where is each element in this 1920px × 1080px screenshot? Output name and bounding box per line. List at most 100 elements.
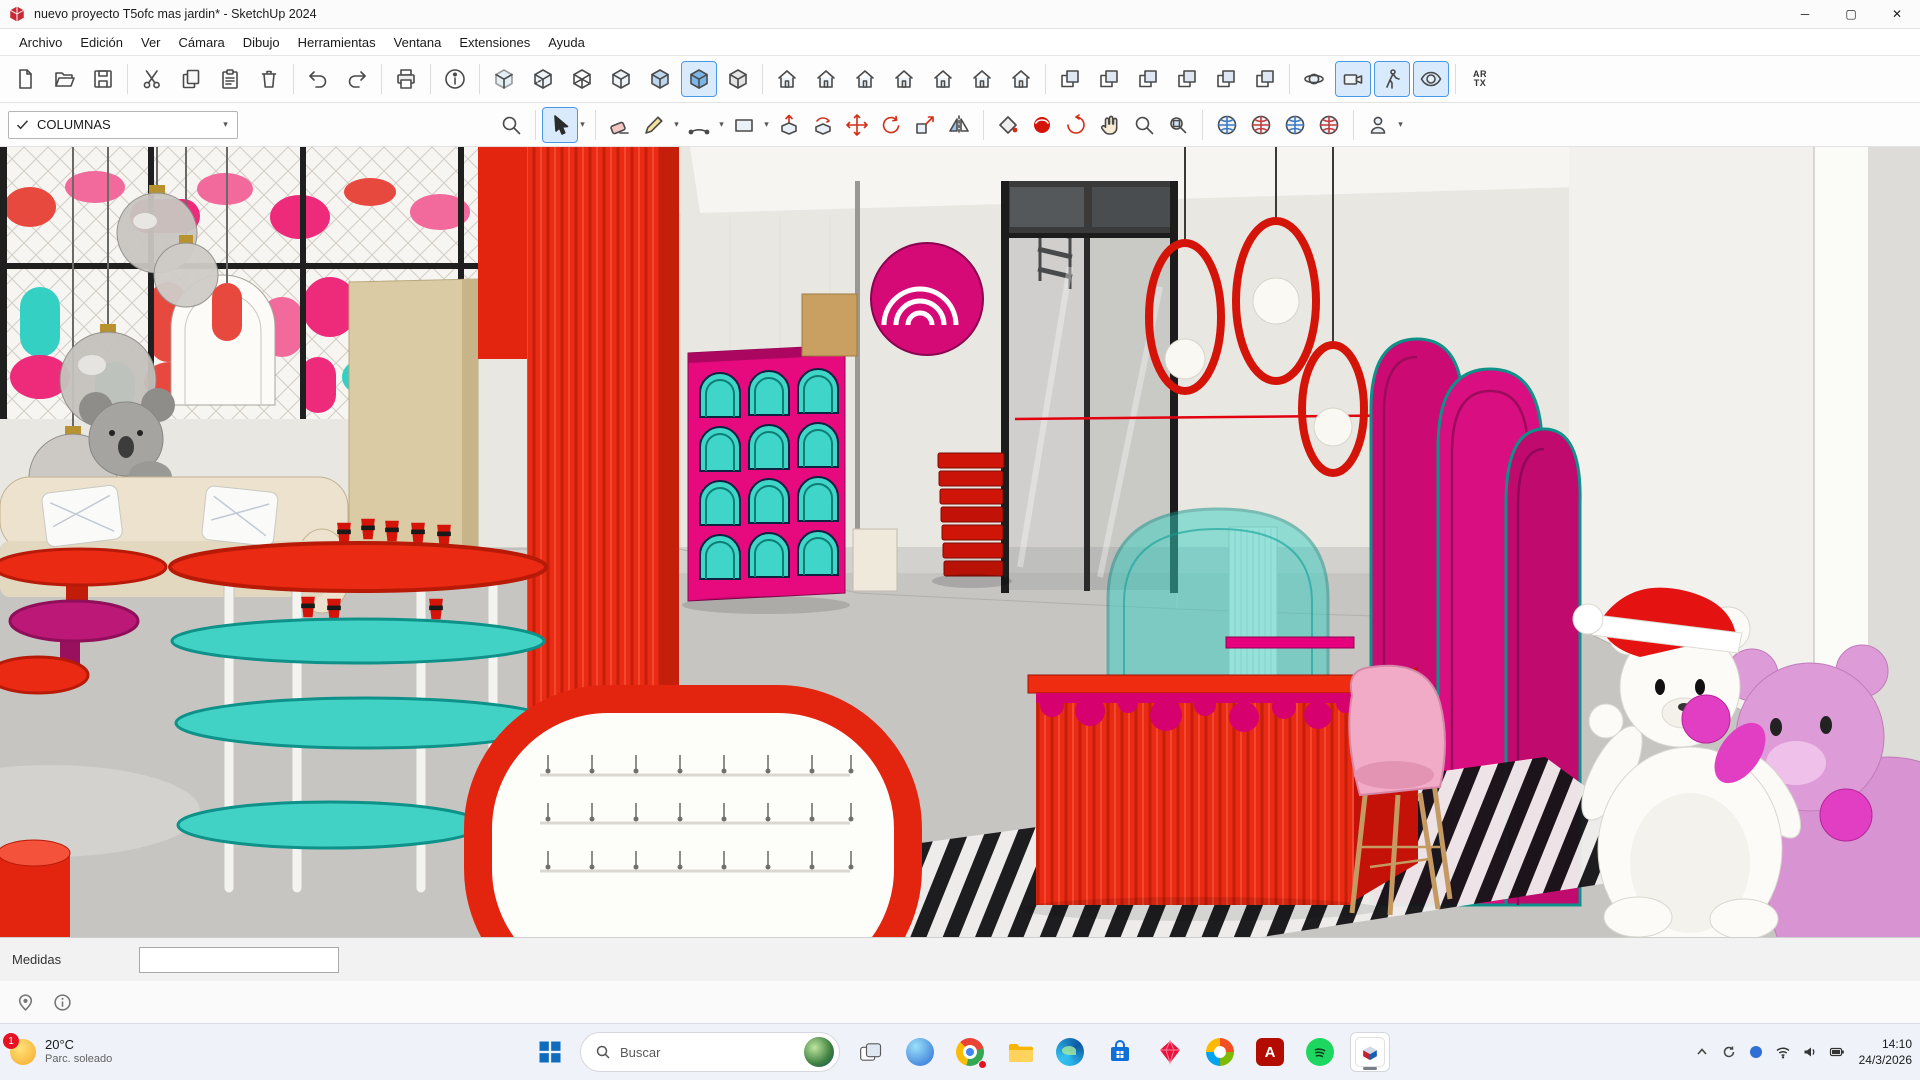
search-highlight-image[interactable]: [804, 1037, 834, 1067]
sketchup-taskbar-icon[interactable]: [1350, 1032, 1390, 1072]
rectangle-tool-icon[interactable]: [727, 108, 761, 142]
gem-app-icon[interactable]: [1150, 1032, 1190, 1072]
save-icon[interactable]: [86, 62, 120, 96]
sandbox-stamp-icon[interactable]: [1312, 108, 1346, 142]
edge-icon[interactable]: [1050, 1032, 1090, 1072]
select-tool-icon[interactable]: [543, 108, 577, 142]
rotate-tool-icon[interactable]: [874, 108, 908, 142]
model-info-icon[interactable]: [438, 62, 472, 96]
zoom-extents-tool-icon[interactable]: [1161, 108, 1195, 142]
maximize-button[interactable]: ▢: [1828, 0, 1874, 28]
redo-icon[interactable]: [340, 62, 374, 96]
position-camera-icon[interactable]: [1336, 62, 1370, 96]
view-iso-icon[interactable]: [770, 62, 804, 96]
eraser-tool-icon[interactable]: [603, 108, 637, 142]
cut-icon[interactable]: [135, 62, 169, 96]
paste-icon[interactable]: [213, 62, 247, 96]
print-icon[interactable]: [389, 62, 423, 96]
rectangle-tool-caret-icon[interactable]: [761, 119, 772, 130]
display-section-fill-icon[interactable]: [1170, 62, 1204, 96]
flip-tool-icon[interactable]: [942, 108, 976, 142]
view-front-icon[interactable]: [848, 62, 882, 96]
menu-dibujo[interactable]: Dibujo: [234, 31, 289, 54]
volume-icon[interactable]: [1802, 1044, 1818, 1060]
menu-edicion[interactable]: Edición: [71, 31, 132, 54]
start-button[interactable]: [530, 1032, 570, 1072]
new-document-icon[interactable]: [8, 62, 42, 96]
search-tool-icon[interactable]: [494, 108, 528, 142]
text-annotation-icon[interactable]: AR TX: [1463, 62, 1497, 96]
avatar-tool-caret-icon[interactable]: [1395, 119, 1406, 130]
line-tool-caret-icon[interactable]: [671, 119, 682, 130]
close-button[interactable]: ✕: [1874, 0, 1920, 28]
style-back-edges-icon[interactable]: [526, 62, 560, 96]
tag-dropdown[interactable]: COLUMNAS: [8, 111, 238, 139]
task-view-icon[interactable]: [850, 1032, 890, 1072]
view-bottom-icon[interactable]: [1004, 62, 1038, 96]
orbit-icon[interactable]: [1297, 62, 1331, 96]
open-icon[interactable]: [47, 62, 81, 96]
view-left-icon[interactable]: [965, 62, 999, 96]
zoom-tool-icon[interactable]: [1127, 108, 1161, 142]
weather-widget[interactable]: 1 20°C Parc. soleado: [10, 1037, 112, 1067]
menu-ver[interactable]: Ver: [132, 31, 170, 54]
minimize-button[interactable]: ─: [1782, 0, 1828, 28]
hide-rest-of-model-icon[interactable]: [1209, 62, 1243, 96]
arc-tool-caret-icon[interactable]: [716, 119, 727, 130]
tray-app-icon[interactable]: [1748, 1044, 1764, 1060]
style-xray-icon[interactable]: [487, 62, 521, 96]
style-shaded-icon[interactable]: [643, 62, 677, 96]
avatar-tool-icon[interactable]: [1361, 108, 1395, 142]
menu-camara[interactable]: Cámara: [170, 31, 234, 54]
sandbox-from-contours-icon[interactable]: [1210, 108, 1244, 142]
file-explorer-icon[interactable]: [1000, 1032, 1040, 1072]
display-section-planes-icon[interactable]: [1092, 62, 1126, 96]
taskbar-search[interactable]: Buscar: [580, 1032, 840, 1072]
style-monochrome-icon[interactable]: [721, 62, 755, 96]
hide-similar-components-icon[interactable]: [1248, 62, 1282, 96]
photos-icon[interactable]: [1200, 1032, 1240, 1072]
spotify-icon[interactable]: [1300, 1032, 1340, 1072]
measurements-input[interactable]: [139, 947, 339, 973]
copy-icon[interactable]: [174, 62, 208, 96]
style-hidden-line-icon[interactable]: [604, 62, 638, 96]
hidden-icons-chevron[interactable]: [1694, 1044, 1710, 1060]
sandbox-smoove-icon[interactable]: [1278, 108, 1312, 142]
sync-icon[interactable]: [1721, 1044, 1737, 1060]
material-sampler-tool-icon[interactable]: [1025, 108, 1059, 142]
paint-bucket-tool-icon[interactable]: [991, 108, 1025, 142]
arc-tool-icon[interactable]: [682, 108, 716, 142]
pan-tool-icon[interactable]: [1093, 108, 1127, 142]
menu-extensiones[interactable]: Extensiones: [450, 31, 539, 54]
menu-ayuda[interactable]: Ayuda: [539, 31, 594, 54]
style-wireframe-icon[interactable]: [565, 62, 599, 96]
push-pull-tool-icon[interactable]: [772, 108, 806, 142]
view-top-icon[interactable]: [809, 62, 843, 96]
display-section-cuts-icon[interactable]: [1131, 62, 1165, 96]
view-back-icon[interactable]: [926, 62, 960, 96]
look-around-icon[interactable]: [1414, 62, 1448, 96]
undo-icon[interactable]: [301, 62, 335, 96]
section-plane-icon[interactable]: [1053, 62, 1087, 96]
geolocation-icon[interactable]: [16, 993, 35, 1012]
line-tool-icon[interactable]: [637, 108, 671, 142]
clock[interactable]: 14:10 24/3/2026: [1859, 1036, 1912, 1068]
walk-icon[interactable]: [1375, 62, 1409, 96]
select-tool-caret-icon[interactable]: [577, 119, 588, 130]
menu-herramientas[interactable]: Herramientas: [289, 31, 385, 54]
microsoft-store-icon[interactable]: [1100, 1032, 1140, 1072]
menu-ventana[interactable]: Ventana: [385, 31, 451, 54]
view-right-icon[interactable]: [887, 62, 921, 96]
delete-icon[interactable]: [252, 62, 286, 96]
style-shaded-with-textures-icon[interactable]: [682, 62, 716, 96]
acrobat-icon[interactable]: A: [1250, 1032, 1290, 1072]
chrome-icon[interactable]: [950, 1032, 990, 1072]
scale-tool-icon[interactable]: [908, 108, 942, 142]
follow-me-tool-icon[interactable]: [806, 108, 840, 142]
menu-archivo[interactable]: Archivo: [10, 31, 71, 54]
move-tool-icon[interactable]: [840, 108, 874, 142]
wifi-icon[interactable]: [1775, 1044, 1791, 1060]
viewport-canvas[interactable]: [0, 147, 1920, 937]
sandbox-from-scratch-icon[interactable]: [1244, 108, 1278, 142]
credits-info-icon[interactable]: [53, 993, 72, 1012]
